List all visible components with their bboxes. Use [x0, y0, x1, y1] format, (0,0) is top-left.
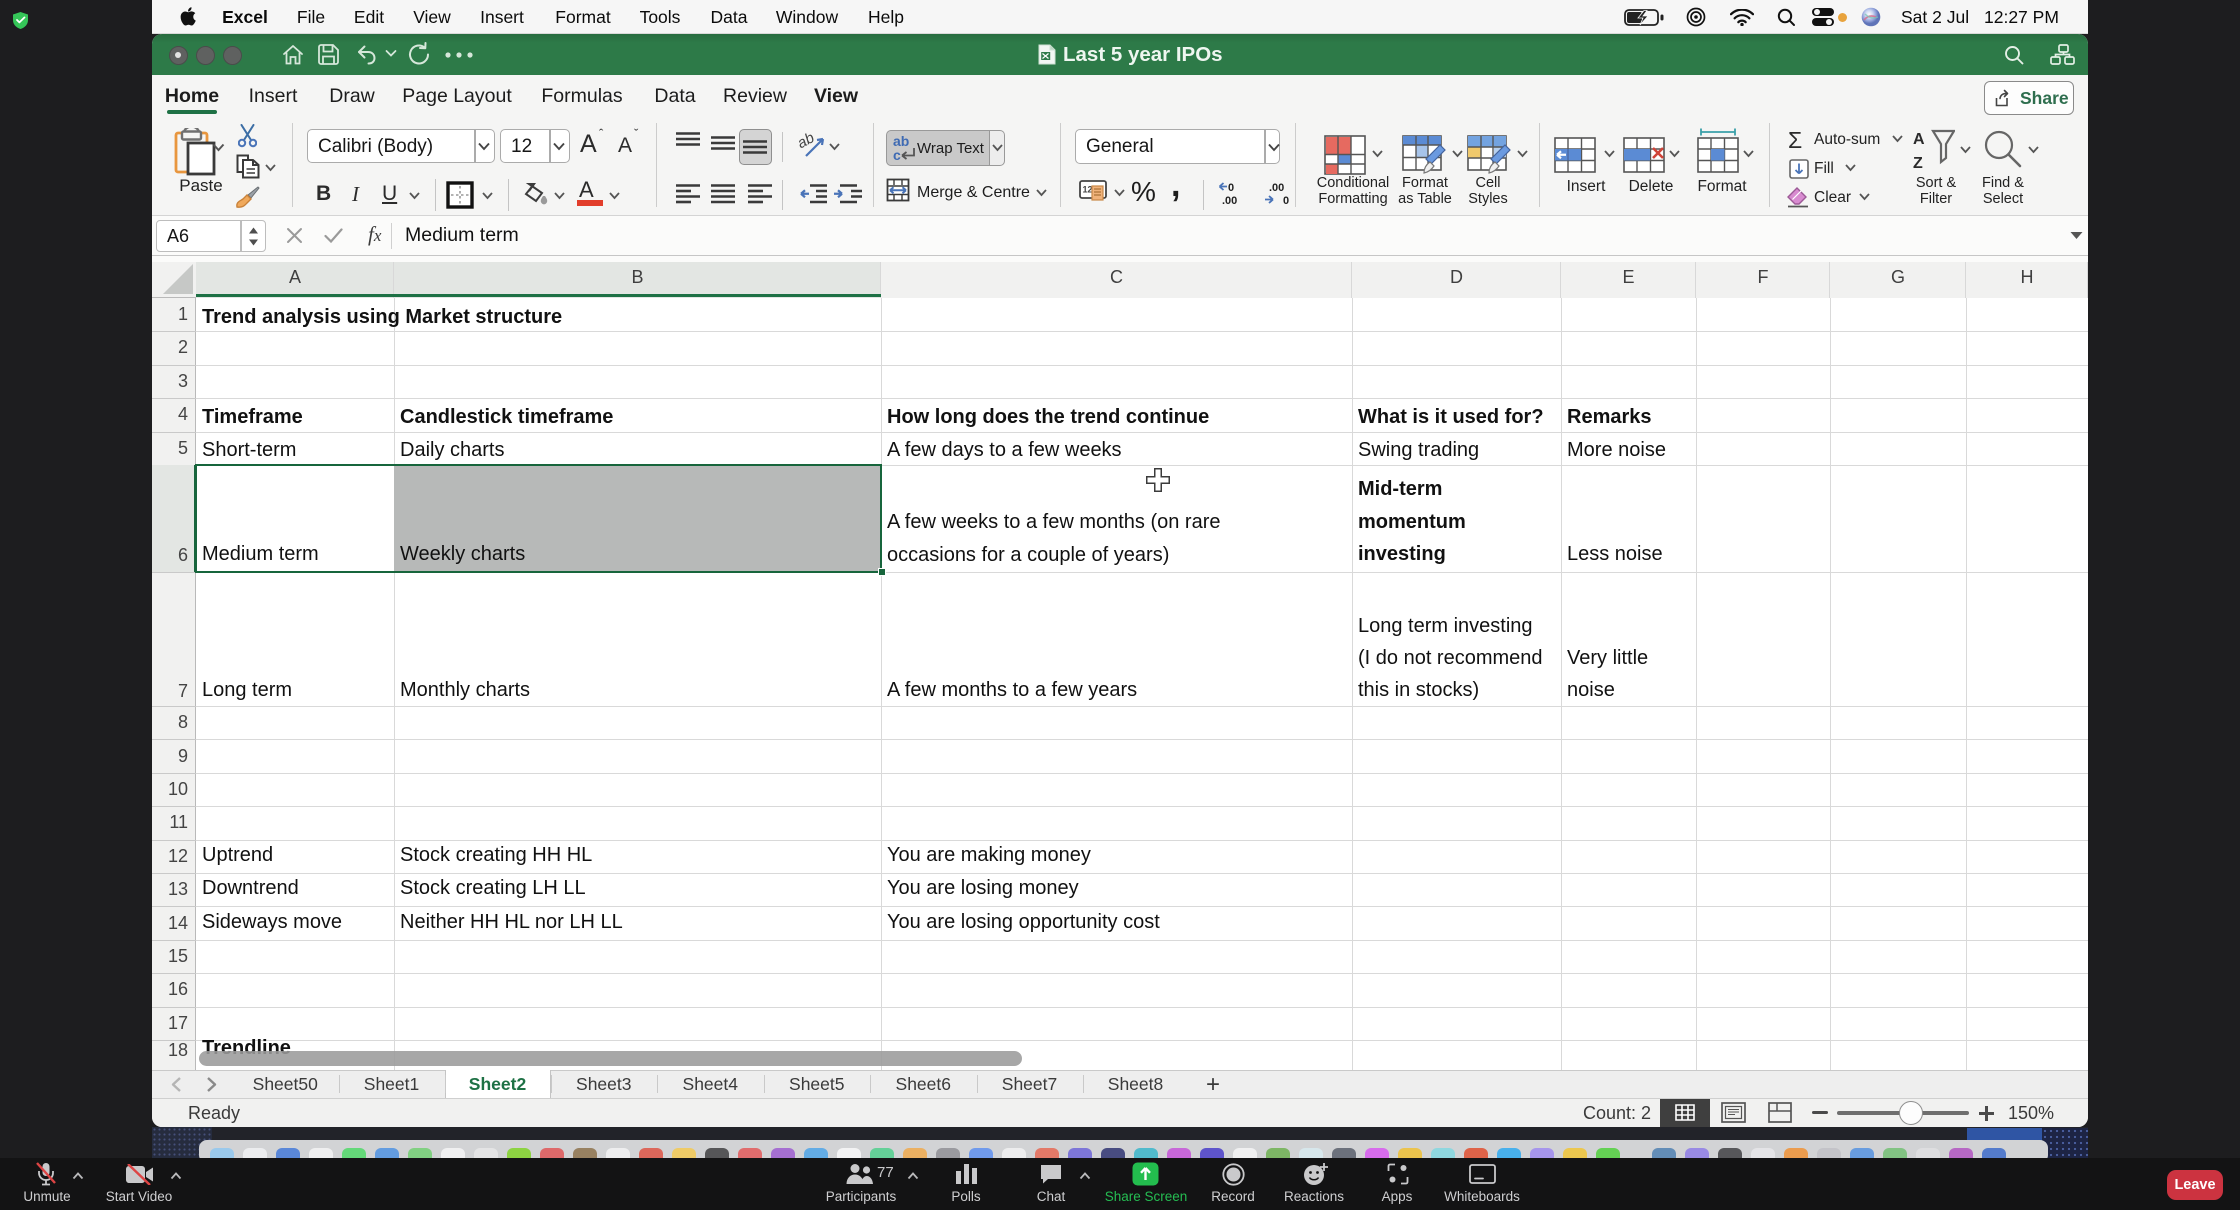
svg-text:A: A — [1913, 131, 1925, 148]
svg-text:.00: .00 — [1222, 195, 1237, 206]
svg-text:ab: ab — [799, 132, 817, 152]
svg-text:Z: Z — [1913, 155, 1923, 172]
svg-text:0: 0 — [1283, 195, 1289, 206]
svg-text:0: 0 — [1228, 182, 1234, 194]
svg-text:c: c — [893, 147, 901, 163]
svg-text:.00: .00 — [1269, 182, 1284, 194]
